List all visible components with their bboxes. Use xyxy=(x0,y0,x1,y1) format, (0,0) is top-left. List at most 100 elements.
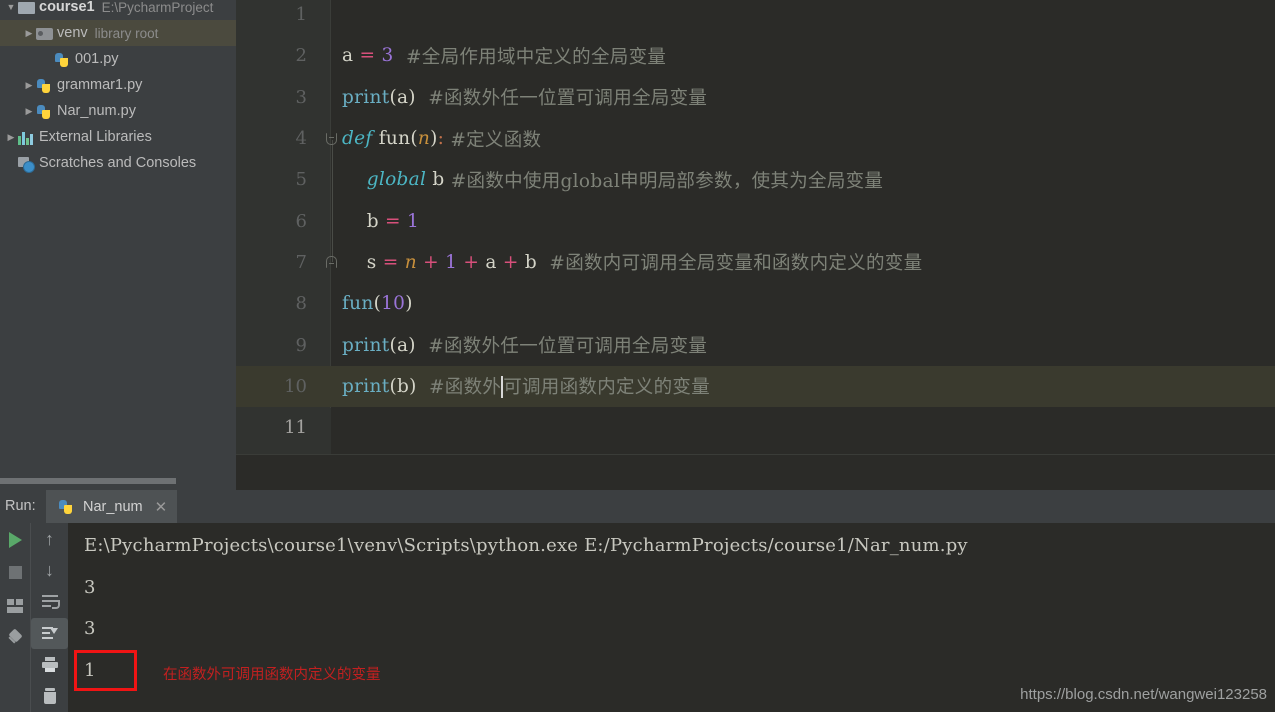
code-token: 3 xyxy=(381,45,394,67)
code-line-4[interactable]: 4 def fun(n): #定义函数 xyxy=(236,118,1275,159)
code-text: def fun(n): #定义函数 xyxy=(342,118,541,159)
code-token: ) xyxy=(430,128,438,150)
project-tree-horizontal-scrollbar[interactable] xyxy=(0,477,236,485)
code-token: 10 xyxy=(381,293,406,315)
code-token: ) xyxy=(405,293,413,315)
tree-item-grammar1-py[interactable]: ▶ grammar1.py xyxy=(0,72,236,98)
scroll-to-end-button[interactable] xyxy=(31,617,68,649)
pin-tab-button[interactable] xyxy=(0,622,30,655)
layout-button[interactable] xyxy=(0,589,30,622)
code-token: s xyxy=(342,251,383,273)
print-button[interactable] xyxy=(31,649,68,681)
tree-item-label: venv xyxy=(57,25,88,41)
chevron-right-icon[interactable]: ▶ xyxy=(4,132,18,142)
code-text: s = n + 1 + a + b #函数内可调用全局变量和函数内定义的变量 xyxy=(342,242,922,283)
red-annotation-text: 在函数外可调用函数内定义的变量 xyxy=(163,667,381,683)
console-output[interactable]: E:\PycharmProjects\course1\venv\Scripts\… xyxy=(68,523,1275,712)
run-tab-label: Nar_num xyxy=(83,498,143,515)
code-line-7[interactable]: 7 s = n + 1 + a + b #函数内可调用全局变量和函数内定义的变量 xyxy=(236,242,1275,283)
fold-open-icon[interactable] xyxy=(323,118,339,159)
code-text: global b #函数中使用global申明局部参数，使其为全局变量 xyxy=(342,159,883,200)
python-file-icon xyxy=(58,499,75,515)
tree-item-external-libraries[interactable]: ▶ External Libraries xyxy=(0,124,236,150)
run-tab-nar-num[interactable]: Nar_num ✕ xyxy=(46,490,178,523)
code-line-3[interactable]: 3 print (a) #函数外任一位置可调用全局变量 xyxy=(236,77,1275,118)
code-line-11[interactable]: 11 xyxy=(236,407,1275,448)
pin-icon xyxy=(7,631,23,647)
code-token: ( xyxy=(373,293,382,315)
code-text: b = 1 xyxy=(342,201,419,242)
code-token: + xyxy=(502,251,519,273)
line-number: 7 xyxy=(295,251,307,273)
code-text: print (a) #函数外任一位置可调用全局变量 xyxy=(342,77,707,118)
tree-item-venv[interactable]: ▶ venv library root xyxy=(0,20,236,46)
project-tree-panel: ▼ course1 E:\PycharmProject ▶ venv library ro… xyxy=(0,0,236,473)
chevron-down-icon[interactable]: ▼ xyxy=(4,2,18,12)
code-line-8[interactable]: 8 fun(10) xyxy=(236,283,1275,324)
line-number: 11 xyxy=(284,417,307,439)
layout-icon xyxy=(7,598,23,613)
editor-empty-area[interactable] xyxy=(236,455,1275,490)
code-line-2[interactable]: 2 a = 3 #全局作用域中定义的全局变量 xyxy=(236,35,1275,76)
chevron-right-icon[interactable]: ▶ xyxy=(22,80,36,90)
stop-icon xyxy=(8,566,22,579)
tree-item-001-py[interactable]: 001.py xyxy=(0,46,236,72)
code-editor[interactable]: 12a = 3 #全局作用域中定义的全局变量 3 print (a) #函数外任一位置… xyxy=(236,0,1275,490)
code-token: b xyxy=(426,169,445,191)
trash-icon xyxy=(43,688,57,705)
rerun-button[interactable] xyxy=(0,523,30,556)
code-token: b xyxy=(342,210,386,232)
tree-item-label: Nar_num.py xyxy=(57,103,136,119)
code-line-5[interactable]: 5 global b #函数中使用global申明局部参数，使其为全局变量 xyxy=(236,159,1275,200)
run-tab-bar: Run: Nar_num ✕ xyxy=(0,490,1275,523)
code-token: + xyxy=(463,251,480,273)
fold-end-icon[interactable] xyxy=(323,242,339,283)
watermark-url: https://blog.csdn.net/wangwei123258 xyxy=(1020,686,1267,703)
code-token: print xyxy=(342,375,390,397)
code-line-1[interactable]: 1 xyxy=(236,0,1275,35)
code-text: a = 3 #全局作用域中定义的全局变量 xyxy=(342,35,666,76)
tree-item-course1[interactable]: ▼ course1 E:\PycharmProject xyxy=(0,0,236,20)
soft-wrap-button[interactable] xyxy=(31,586,68,618)
line-number: 5 xyxy=(295,169,307,191)
code-token: = xyxy=(359,45,376,67)
code-token: ( xyxy=(410,128,418,150)
code-line-10[interactable]: 10 print (b) #函数外 可调用函数内定义的变量 xyxy=(236,365,1275,407)
soft-wrap-icon xyxy=(41,595,60,610)
chevron-right-icon[interactable]: ▶ xyxy=(22,28,36,38)
code-token: print xyxy=(342,334,390,356)
code-token: #函数外 xyxy=(416,377,502,399)
module-icon xyxy=(18,2,35,14)
line-number: 4 xyxy=(295,128,307,150)
line-number: 1 xyxy=(295,4,307,26)
code-token: print xyxy=(342,86,390,108)
code-text: print (a) #函数外任一位置可调用全局变量 xyxy=(342,324,707,365)
chevron-right-icon[interactable]: ▶ xyxy=(22,106,36,116)
tree-item-label: 001.py xyxy=(75,51,119,67)
scratches-icon xyxy=(18,156,35,173)
code-token: (a) xyxy=(389,334,416,356)
code-line-6[interactable]: 6 b = 1 xyxy=(236,201,1275,242)
tree-item-nar-num-py[interactable]: ▶ Nar_num.py xyxy=(0,98,236,124)
folder-icon xyxy=(36,28,53,40)
code-token: #全局作用域中定义的全局变量 xyxy=(393,46,667,68)
down-button[interactable]: ↓ xyxy=(31,555,68,587)
print-icon xyxy=(41,657,58,673)
tree-item-scratches-and-consoles[interactable]: Scratches and Consoles xyxy=(0,150,236,176)
stop-button[interactable] xyxy=(0,556,30,589)
tree-item-subtitle: library root xyxy=(94,25,159,41)
run-toolbar-right: ↑ ↓ xyxy=(31,523,68,712)
python-file-icon xyxy=(36,78,53,94)
tree-item-label: Scratches and Consoles xyxy=(39,155,197,171)
up-button[interactable]: ↑ xyxy=(31,523,68,555)
scroll-to-end-icon xyxy=(41,626,58,640)
code-line-9[interactable]: 9 print (a) #函数外任一位置可调用全局变量 xyxy=(236,324,1275,365)
close-icon[interactable]: ✕ xyxy=(155,498,168,516)
tree-item-subtitle: E:\PycharmProject xyxy=(101,0,214,15)
clear-all-button[interactable] xyxy=(31,681,68,712)
tree-item-label: course1 xyxy=(39,0,95,15)
scrollbar-thumb[interactable] xyxy=(0,478,176,484)
code-token: fun xyxy=(378,128,411,150)
highlight-box-annotation xyxy=(74,650,137,691)
